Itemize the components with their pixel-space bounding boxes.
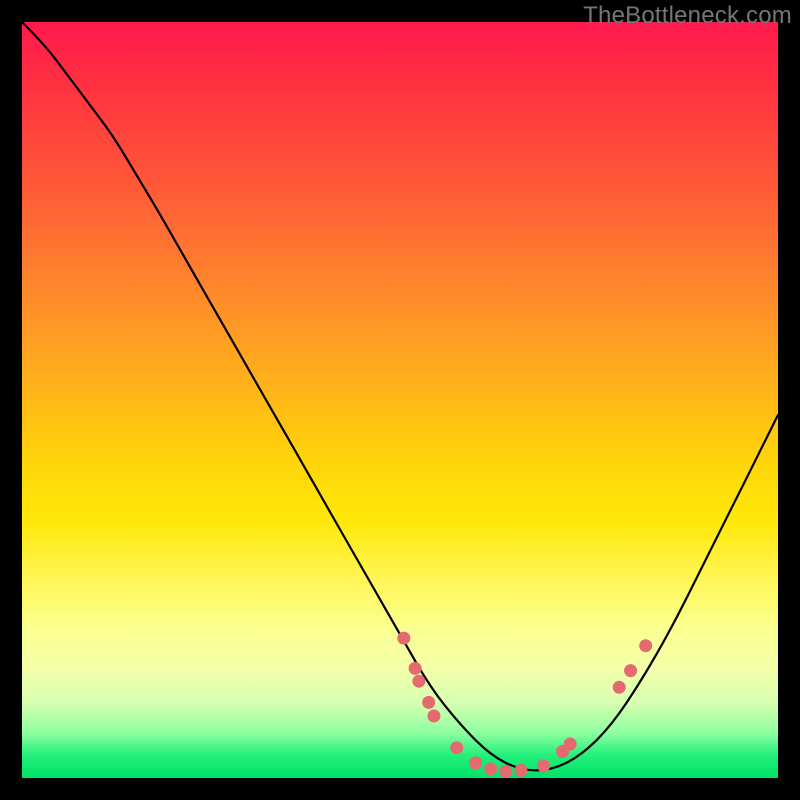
scatter-point [639, 639, 652, 652]
scatter-point [469, 756, 482, 769]
scatter-point [613, 681, 626, 694]
scatter-point [409, 662, 422, 675]
chart-frame: TheBottleneck.com [0, 0, 800, 800]
scatter-point [624, 664, 637, 677]
chart-svg [22, 22, 778, 778]
scatter-point [397, 632, 410, 645]
scatter-point [484, 762, 497, 775]
bottleneck-curve [22, 22, 778, 770]
scatter-point [564, 738, 577, 751]
scatter-points [397, 632, 652, 778]
scatter-point [412, 675, 425, 688]
scatter-point [428, 710, 441, 723]
watermark-text: TheBottleneck.com [583, 2, 792, 30]
scatter-point [515, 764, 528, 777]
plot-area [22, 22, 778, 778]
scatter-point [537, 759, 550, 772]
scatter-point [450, 741, 463, 754]
scatter-point [499, 765, 512, 778]
scatter-point [422, 696, 435, 709]
